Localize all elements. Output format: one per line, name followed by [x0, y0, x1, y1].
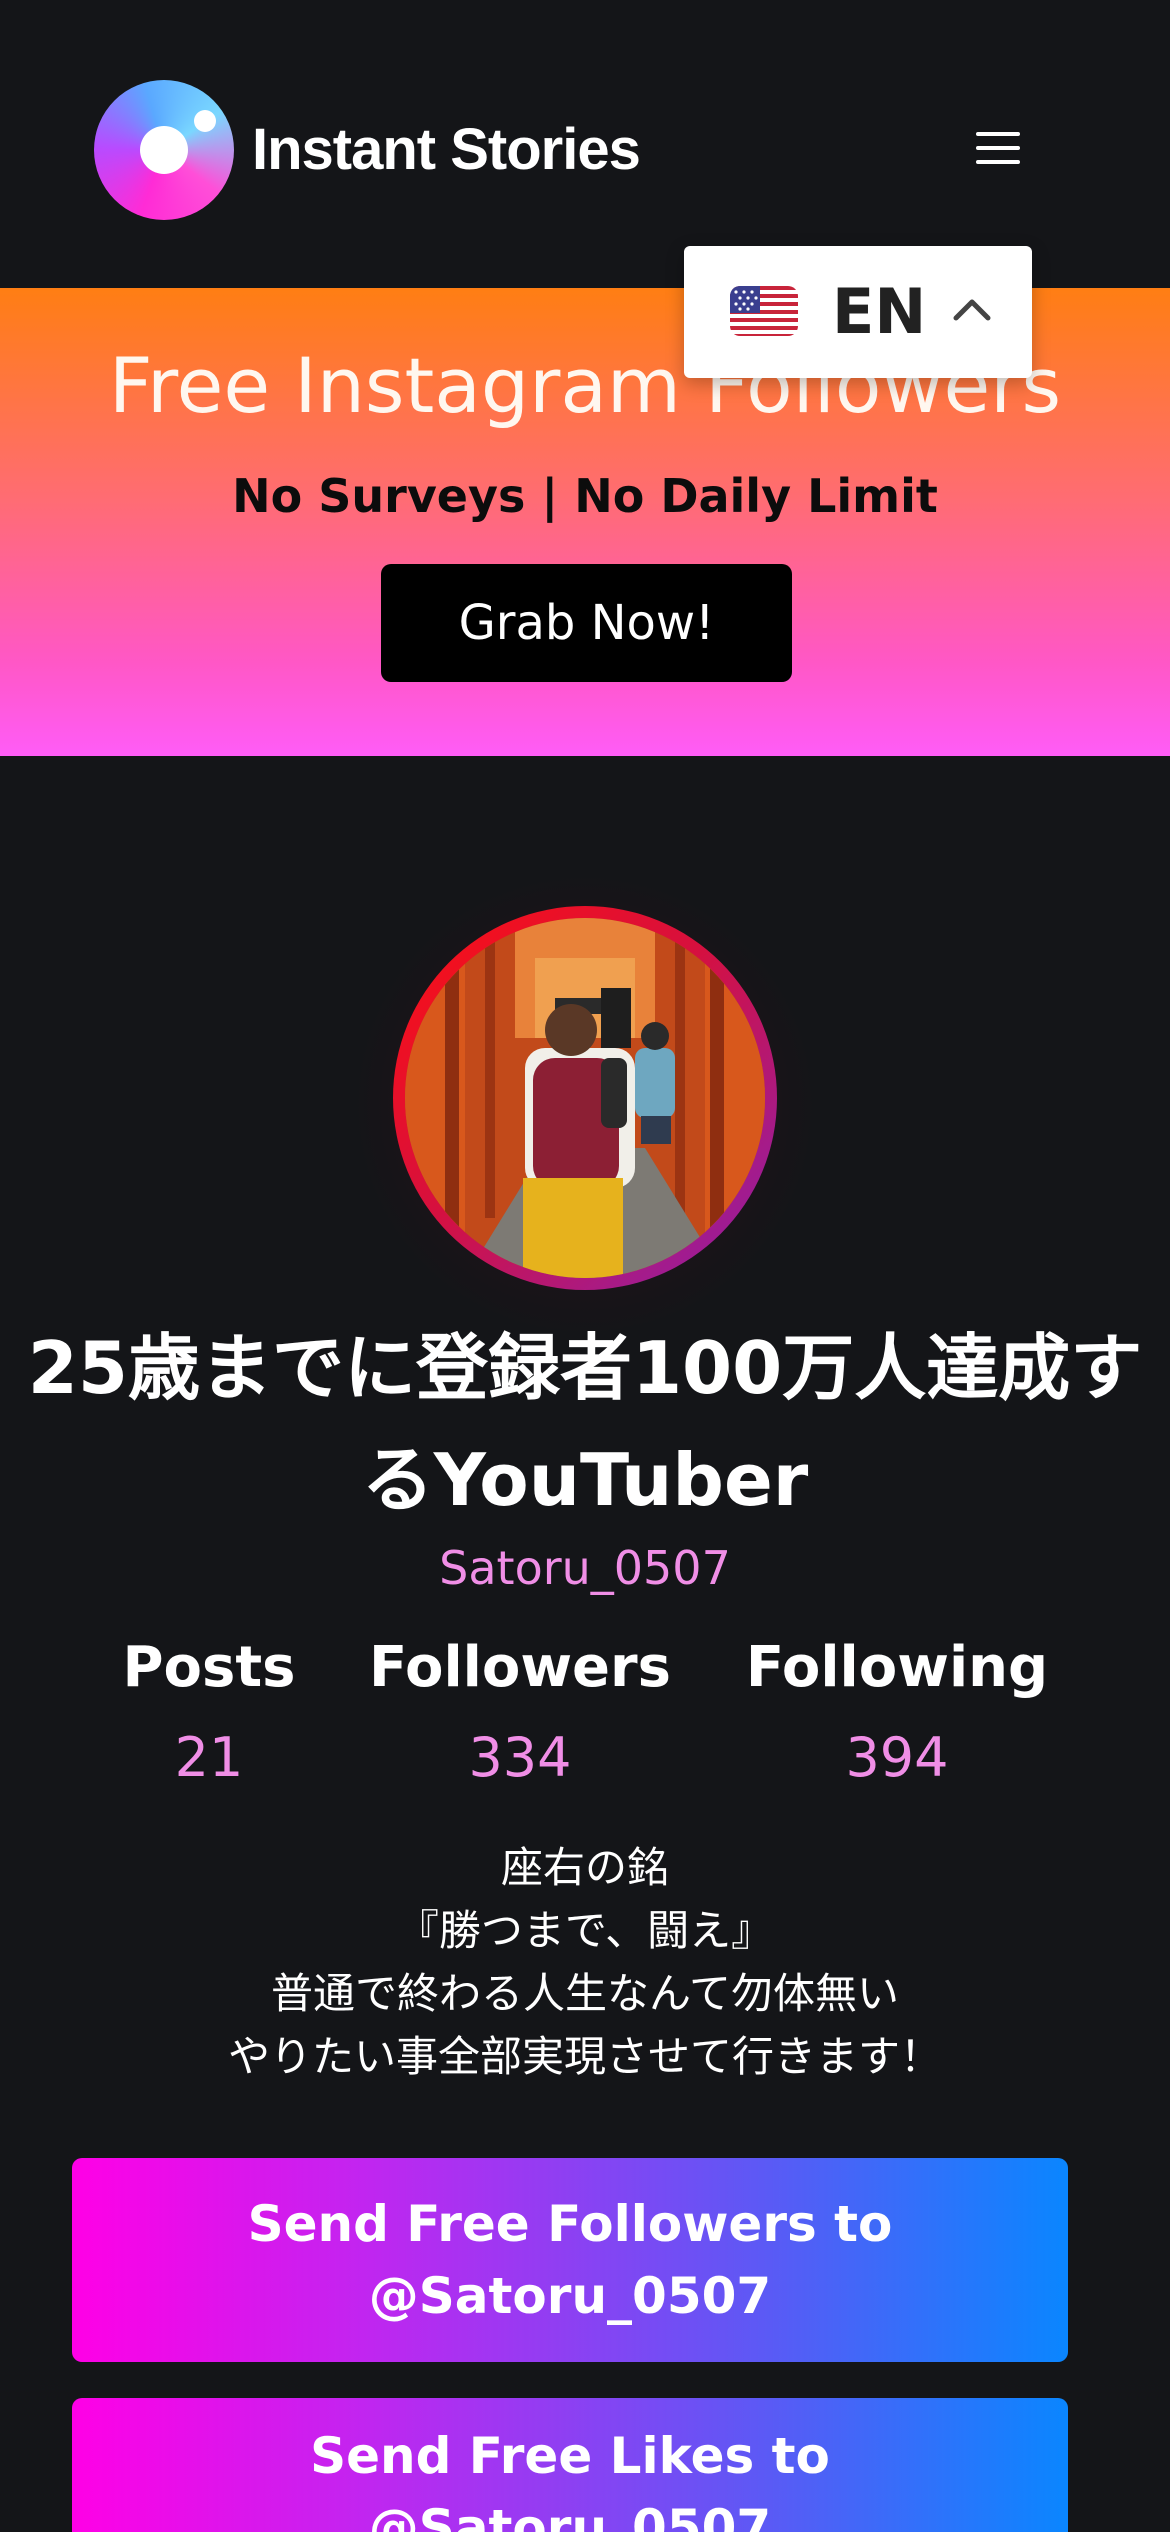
- stat-label: Posts: [122, 1635, 296, 1700]
- menu-line: [976, 160, 1020, 164]
- menu-line: [976, 132, 1020, 136]
- brand-name[interactable]: Instant Stories: [252, 112, 641, 188]
- header: Instant Stories: [0, 0, 1170, 288]
- language-code: EN: [832, 275, 927, 348]
- stat-following: Following 394: [730, 1626, 1064, 1798]
- send-likes-handle: @Satoru_0507: [368, 2499, 772, 2532]
- chevron-up-icon: [948, 286, 996, 334]
- stat-value: 334: [468, 1726, 572, 1789]
- stat-posts: Posts 21: [106, 1626, 312, 1798]
- bio-line: 座右の銘: [500, 1843, 669, 1892]
- send-followers-text: Send Free Followers to: [247, 2195, 893, 2253]
- send-likes-button[interactable]: Send Free Likes to @Satoru_0507: [72, 2398, 1068, 2532]
- stat-label: Followers: [369, 1635, 671, 1700]
- send-followers-button[interactable]: Send Free Followers to @Satoru_0507: [72, 2158, 1068, 2362]
- chevron-up-graphic: [953, 299, 991, 321]
- us-flag-icon: [730, 286, 798, 336]
- send-likes-text: Send Free Likes to: [310, 2427, 830, 2485]
- camera-lens-logo-icon[interactable]: [94, 80, 234, 220]
- profile-username[interactable]: Satoru_0507: [0, 1536, 1170, 1600]
- hamburger-menu-icon[interactable]: [970, 124, 1026, 172]
- stat-followers: Followers 334: [360, 1626, 680, 1798]
- profile-bio: 座右の銘 『勝つまで、闘え』 普通で終わる人生なんて勿体無い やりたい事全部実現…: [0, 1836, 1170, 2088]
- grab-now-button[interactable]: Grab Now!: [381, 564, 792, 682]
- menu-line: [976, 146, 1020, 150]
- bio-line: やりたい事全部実現させて行きます！: [227, 2032, 942, 2081]
- avatar-image: [405, 918, 765, 1278]
- page: Instant Stories Free Instagram Followers…: [0, 0, 1170, 2532]
- logo-lens: [140, 126, 188, 174]
- stat-value: 21: [174, 1726, 244, 1789]
- send-followers-handle: @Satoru_0507: [368, 2267, 772, 2325]
- bio-line: 普通で終わる人生なんて勿体無い: [271, 1969, 899, 2018]
- avatar[interactable]: [405, 918, 765, 1278]
- stat-value: 394: [845, 1726, 949, 1789]
- profile-display-name: 25歳までに登録者100万人達成するYouTuber: [27, 1326, 1143, 1522]
- language-selector[interactable]: EN: [684, 246, 1032, 378]
- bio-line: 『勝つまで、闘え』: [396, 1906, 774, 1955]
- banner-subtitle: No Surveys | No Daily Limit: [232, 469, 938, 523]
- us-flag-graphic: [730, 286, 798, 336]
- logo-dot: [194, 110, 216, 132]
- stat-label: Following: [745, 1635, 1049, 1700]
